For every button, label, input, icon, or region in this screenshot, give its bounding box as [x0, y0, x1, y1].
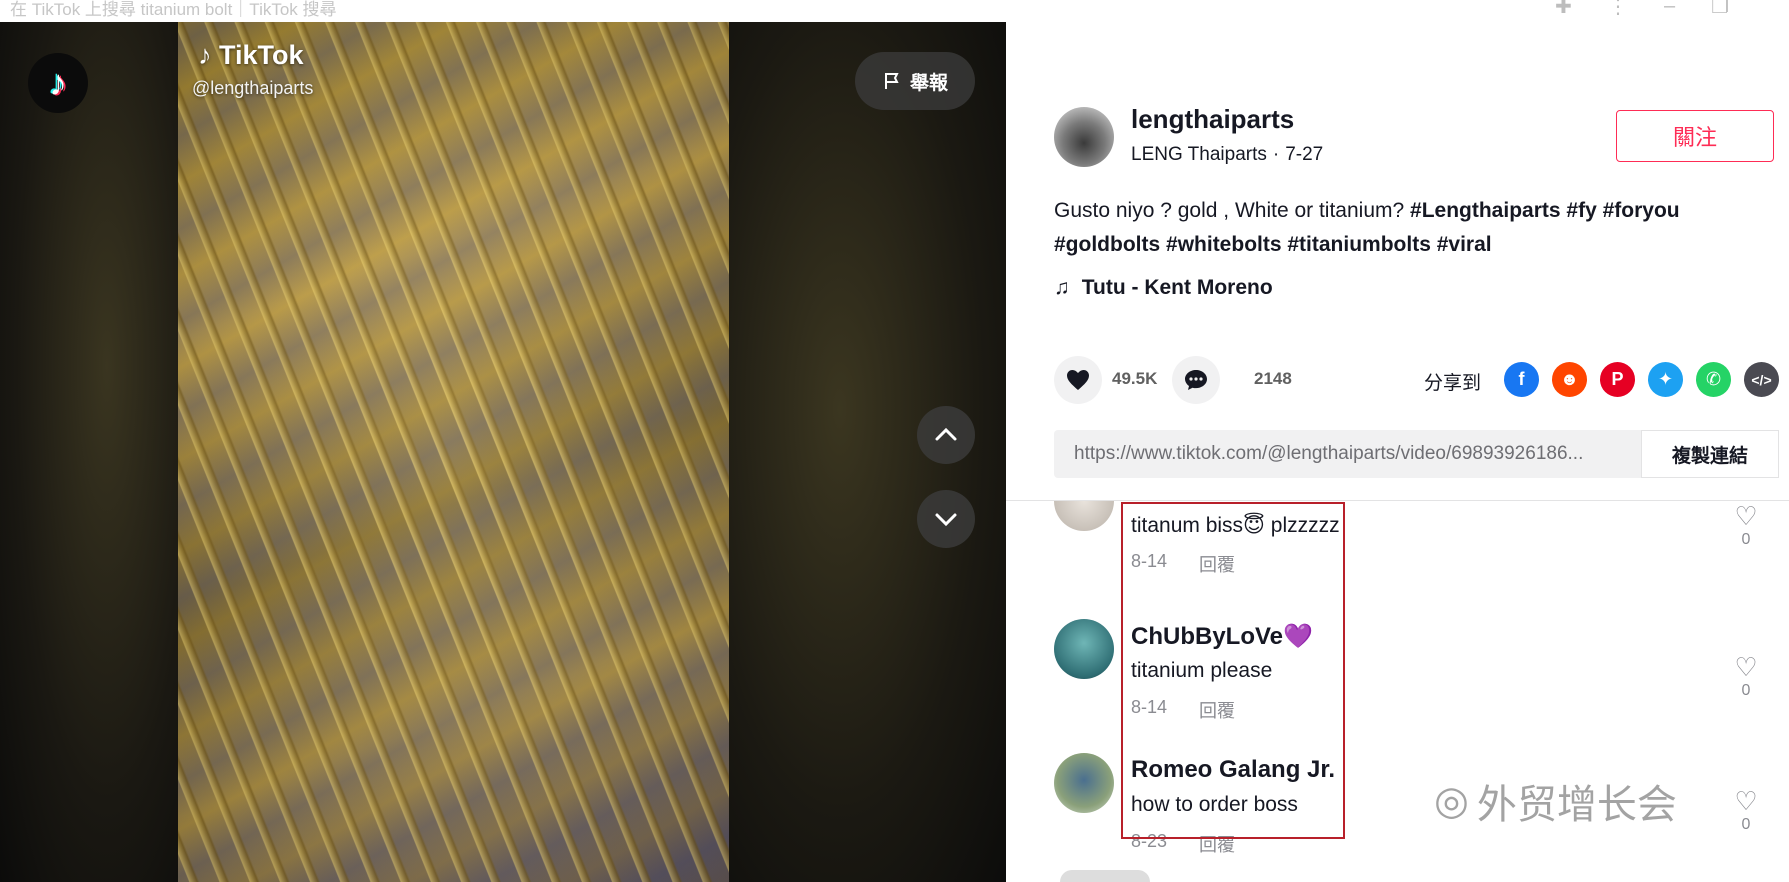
caption-text: Gusto niyo ? gold , White or titanium? — [1054, 199, 1405, 222]
comment-meta: 8-14 回覆 — [1131, 551, 1235, 577]
reply-button[interactable]: 回覆 — [1199, 551, 1235, 577]
commenter-username[interactable]: Romeo Galang Jr. — [1131, 756, 1335, 784]
wechat-icon: ◎ — [1434, 778, 1469, 824]
flag-icon — [884, 73, 899, 89]
video-watermark-logo-text: TikTok — [219, 40, 304, 70]
video-caption: Gusto niyo ? gold , White or titanium? #… — [1054, 194, 1754, 262]
heart-outline-icon: ♡ — [1734, 786, 1758, 816]
reply-button[interactable]: 回覆 — [1199, 697, 1235, 723]
hashtag-link[interactable]: #titaniumbolts — [1287, 233, 1431, 256]
reply-button[interactable]: 回覆 — [1199, 831, 1235, 857]
hashtag-link[interactable]: #fy — [1566, 199, 1596, 222]
embed-icon[interactable]: </> — [1744, 362, 1779, 397]
browser-tab-title: 在 TikTok 上搜尋 titanium bolt｜TikTok 搜尋 — [10, 0, 337, 19]
author-avatar[interactable] — [1054, 107, 1114, 167]
separator-dot: · — [1272, 144, 1280, 165]
pinterest-icon[interactable]: P — [1600, 362, 1635, 397]
twitter-icon[interactable]: ✦ — [1648, 362, 1683, 397]
post-date: 7-27 — [1285, 144, 1324, 165]
comment-button[interactable] — [1172, 356, 1220, 404]
comment-text: titanum biss😇 plzzzzz — [1131, 514, 1340, 537]
restore-icon[interactable]: ❐ — [1711, 0, 1729, 19]
follow-button[interactable]: 關注 — [1616, 110, 1774, 162]
comment-date: 8-23 — [1131, 831, 1168, 851]
like-button[interactable] — [1054, 356, 1102, 404]
chevron-up-icon — [935, 427, 957, 441]
comment-count: 2148 — [1254, 369, 1292, 388]
whatsapp-icon[interactable]: ✆ — [1696, 362, 1731, 397]
heart-outline-icon: ♡ — [1734, 652, 1758, 682]
commenter-avatar[interactable] — [1054, 501, 1114, 531]
heart-outline-icon: ♡ — [1734, 501, 1758, 531]
tiktok-home-button[interactable]: ♪ — [28, 53, 88, 113]
hashtag-link[interactable]: #Lengthaiparts — [1410, 199, 1561, 222]
author-subtitle: LENG Thaiparts · 7-27 — [1131, 144, 1323, 166]
music-link[interactable]: ♫ Tutu - Kent Moreno — [1054, 276, 1273, 300]
comment-like-button[interactable]: ♡ 0 — [1731, 503, 1761, 549]
commenter-avatar[interactable] — [1054, 619, 1114, 679]
comment-icon — [1185, 370, 1207, 390]
comment-like-count: 0 — [1741, 682, 1751, 699]
comment-date: 8-14 — [1131, 551, 1168, 571]
next-comment-avatar-peek — [1060, 870, 1150, 882]
hashtag-link[interactable]: #viral — [1437, 233, 1492, 256]
action-row: 49.5K 2148 分享到 f ☻ P ✦ ✆ </> — [1054, 356, 1784, 404]
video-pane[interactable]: ♪ TikTok @lengthaiparts ♪ 舉報 — [0, 22, 1006, 882]
report-button[interactable]: 舉報 — [855, 52, 975, 110]
window-controls: ✚ ⋮ – ❐ — [1555, 0, 1729, 19]
comment-like-count: 0 — [1741, 816, 1751, 833]
overlay-watermark-text: 外贸增长会 — [1476, 782, 1677, 828]
commenter-username[interactable]: ChUbByLoVe💜 — [1131, 622, 1313, 651]
comment-like-count: 0 — [1741, 531, 1751, 548]
comment-meta: 8-23 回覆 — [1131, 831, 1235, 857]
browser-titlebar: 在 TikTok 上搜尋 titanium bolt｜TikTok 搜尋 ✚ ⋮… — [0, 0, 1789, 22]
copy-link-button[interactable]: 複製連結 — [1641, 430, 1779, 478]
next-video-button[interactable] — [917, 490, 975, 548]
commenter-avatar[interactable] — [1054, 753, 1114, 813]
video-info-pane: lengthaiparts LENG Thaiparts · 7-27 關注 Gus… — [1006, 22, 1789, 882]
comment-meta: 8-14 回覆 — [1131, 697, 1235, 723]
music-note-icon: ♫ — [1054, 276, 1070, 299]
comment-text: titanium please — [1131, 659, 1273, 682]
author-username[interactable]: lengthaiparts — [1131, 104, 1294, 135]
facebook-icon[interactable]: f — [1504, 362, 1539, 397]
report-label: 舉報 — [909, 72, 948, 94]
comment-like-button[interactable]: ♡ 0 — [1731, 788, 1761, 834]
hashtag-link[interactable]: #goldbolts — [1054, 233, 1160, 256]
hashtag-link[interactable]: #whitebolts — [1166, 233, 1282, 256]
like-count: 49.5K — [1112, 369, 1158, 388]
share-link-url[interactable]: https://www.tiktok.com/@lengthaiparts/vi… — [1074, 443, 1634, 465]
extensions-icon[interactable]: ✚ — [1555, 0, 1572, 19]
heart-icon — [1067, 370, 1089, 390]
tiktok-note-icon: ♪ — [198, 40, 212, 70]
video-player[interactable]: ♪ TikTok @lengthaiparts — [178, 22, 729, 882]
reddit-icon[interactable]: ☻ — [1552, 362, 1587, 397]
hashtag-link[interactable]: #foryou — [1603, 199, 1680, 222]
comment-date: 8-14 — [1131, 697, 1168, 717]
minimize-icon[interactable]: – — [1664, 0, 1675, 18]
comment-like-button[interactable]: ♡ 0 — [1731, 654, 1761, 700]
share-icons: f ☻ P ✦ ✆ </> — [1504, 362, 1779, 397]
video-blur-left — [0, 22, 178, 882]
tiktok-logo-icon: ♪ — [49, 62, 67, 103]
chevron-down-icon — [935, 513, 957, 527]
video-watermark-user: @lengthaiparts — [192, 78, 314, 98]
more-menu-icon[interactable]: ⋮ — [1608, 0, 1628, 19]
share-link-box: https://www.tiktok.com/@lengthaiparts/vi… — [1054, 430, 1779, 478]
comment-text: how to order boss — [1131, 793, 1298, 816]
video-watermark-logo: ♪ TikTok — [198, 40, 304, 71]
overlay-watermark: ◎ 外贸增长会 — [1434, 772, 1677, 830]
share-label: 分享到 — [1424, 373, 1482, 394]
music-title: Tutu - Kent Moreno — [1081, 276, 1273, 299]
author-display-name: LENG Thaiparts — [1131, 144, 1267, 165]
previous-video-button[interactable] — [917, 406, 975, 464]
